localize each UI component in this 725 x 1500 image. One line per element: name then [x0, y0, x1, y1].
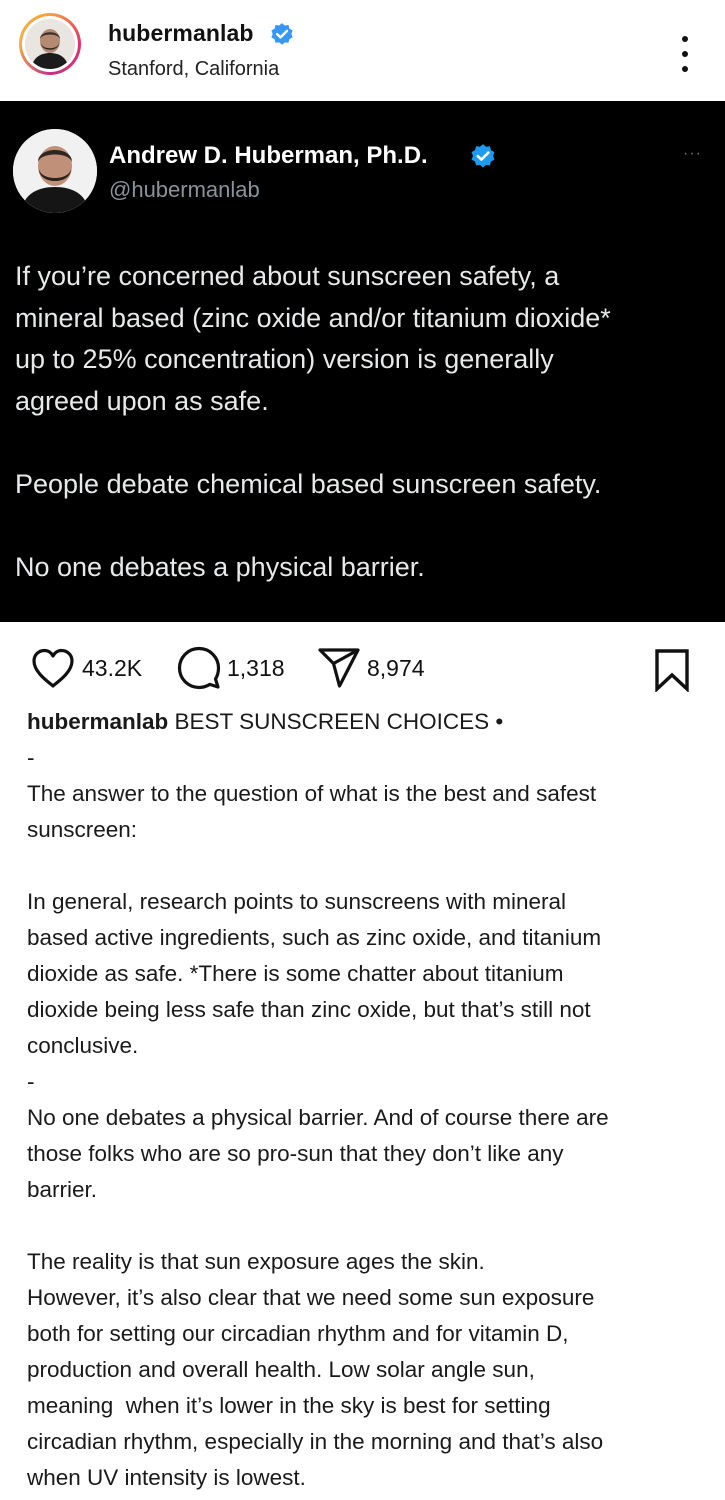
tweet-avatar-portrait-icon [13, 129, 97, 213]
post-actions: 43.2K 1,318 8,974 [0, 640, 725, 696]
tweet-verified-badge-icon [471, 144, 495, 168]
post-header: hubermanlab Stanford, California [0, 0, 725, 100]
avatar-portrait-icon [25, 19, 75, 69]
bookmark-icon[interactable] [652, 648, 692, 692]
tweet-more-icon: ··· [683, 145, 702, 162]
more-vertical-icon[interactable] [672, 34, 698, 74]
like-count[interactable]: 43.2K [82, 655, 142, 682]
caption: hubermanlab BEST SUNSCREEN CHOICES • - T… [27, 704, 712, 1496]
username[interactable]: hubermanlab [108, 20, 254, 47]
tweet-handle: @hubermanlab [109, 177, 260, 202]
caption-header: hubermanlab BEST SUNSCREEN CHOICES • [27, 704, 712, 740]
verified-badge-icon [271, 23, 293, 45]
avatar[interactable] [25, 19, 75, 69]
share-icon[interactable] [317, 646, 361, 690]
comment-icon[interactable] [177, 646, 221, 690]
caption-body: - The answer to the question of what is … [27, 745, 609, 1490]
heart-icon[interactable] [30, 647, 76, 689]
story-ring[interactable] [19, 13, 81, 75]
caption-title: BEST SUNSCREEN CHOICES • [168, 709, 504, 734]
tweet-image[interactable]: Andrew D. Huberman, Ph.D. @hubermanlab ·… [0, 101, 725, 622]
tweet-text: If you’re concerned about sunscreen safe… [15, 261, 611, 582]
comment-button[interactable]: 1,318 [177, 640, 285, 696]
tweet-display-name: Andrew D. Huberman, Ph.D. [109, 142, 428, 169]
share-count[interactable]: 8,974 [367, 655, 425, 682]
comment-count[interactable]: 1,318 [227, 655, 285, 682]
tweet-avatar [13, 129, 97, 213]
share-button[interactable]: 8,974 [317, 640, 425, 696]
caption-author[interactable]: hubermanlab [27, 709, 168, 734]
like-button[interactable]: 43.2K [30, 640, 142, 696]
location[interactable]: Stanford, California [108, 58, 279, 81]
